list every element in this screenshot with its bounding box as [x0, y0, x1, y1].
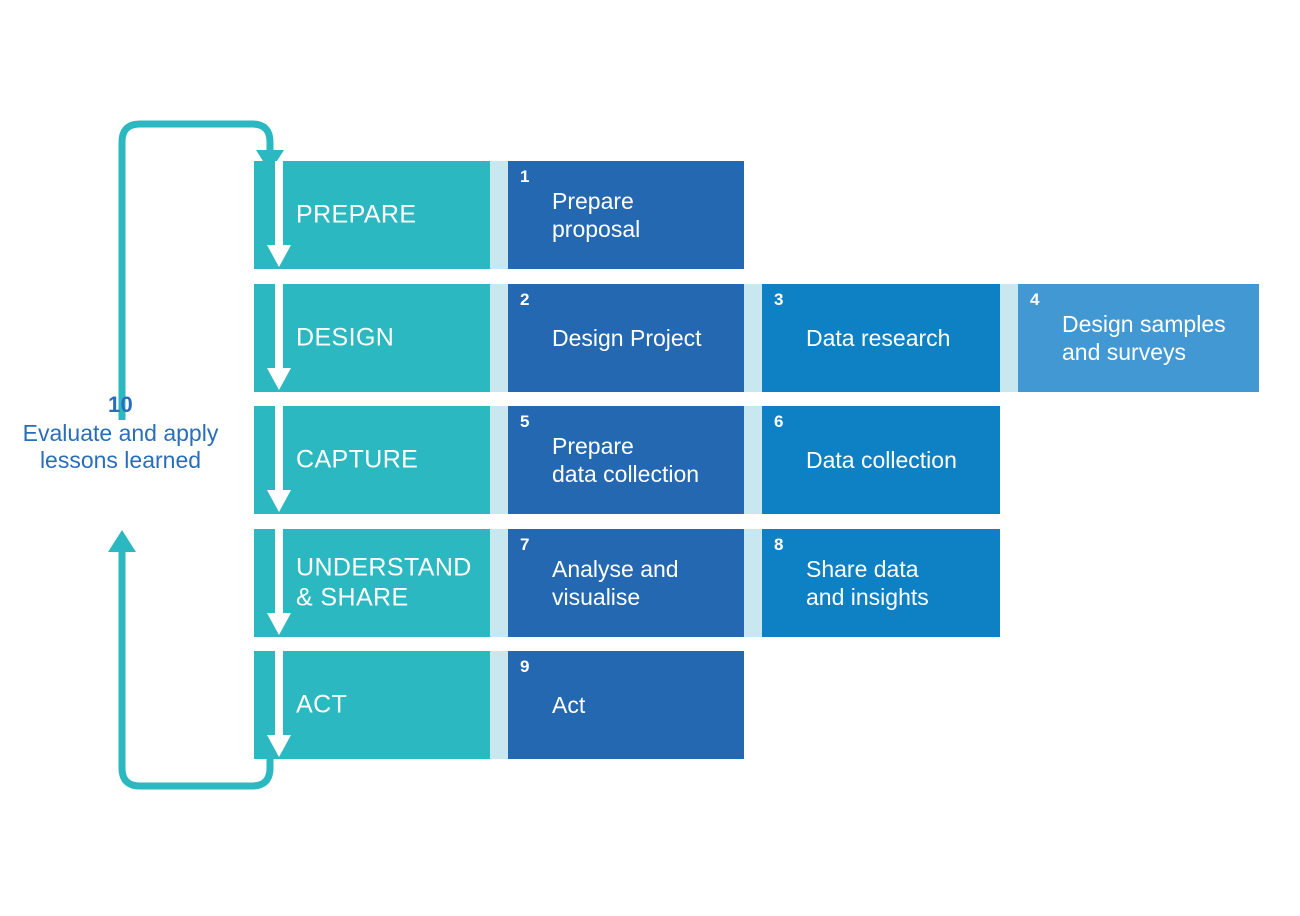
step-number: 1 [520, 167, 530, 186]
step-label: Prepare proposal [552, 187, 641, 242]
step-card-3[interactable]: 3 Data research [762, 284, 1000, 392]
step-label: Act [552, 691, 586, 718]
feedback-description: Evaluate and apply lessons learned [22, 419, 219, 474]
phase-block-design[interactable]: DESIGN [254, 284, 490, 392]
step-number: 7 [520, 535, 530, 554]
step-label: Data research [806, 324, 951, 351]
step-number: 8 [774, 535, 784, 554]
step-label: Share data and insights [806, 555, 929, 610]
step-label: Prepare data collection [552, 432, 700, 487]
phase-label: ACT [296, 690, 348, 719]
step-card-6[interactable]: 6 Data collection [762, 406, 1000, 514]
step-separator [490, 529, 508, 637]
step-separator [744, 406, 762, 514]
step-separator [490, 284, 508, 392]
step-separator [744, 529, 762, 637]
phase-block-prepare[interactable]: PREPARE [254, 161, 490, 269]
phase-label: PREPARE [296, 200, 417, 229]
step-label: Analyse and visualise [552, 555, 679, 610]
step-card-4[interactable]: 4 Design samples and surveys [1018, 284, 1259, 392]
step-card-2[interactable]: 2 Design Project [508, 284, 744, 392]
step-card-9[interactable]: 9 Act [508, 651, 744, 759]
step-number: 9 [520, 657, 530, 676]
step-label: Design samples and surveys [1062, 310, 1226, 365]
phase-block-capture[interactable]: CAPTURE [254, 406, 490, 514]
step-separator [1000, 284, 1018, 392]
step-number: 6 [774, 412, 784, 431]
step-card-7[interactable]: 7 Analyse and visualise [508, 529, 744, 637]
diagram-canvas: 10 Evaluate and apply lessons learned PR… [0, 0, 1300, 916]
step-separator [490, 406, 508, 514]
step-card-1[interactable]: 1 Prepare proposal [508, 161, 744, 269]
step-number: 3 [774, 290, 784, 309]
feedback-label: 10 Evaluate and apply lessons learned [18, 392, 223, 474]
step-separator [744, 284, 762, 392]
step-separator [490, 161, 508, 269]
flow-down-arrow-icon [267, 529, 291, 635]
flow-down-arrow-icon [267, 406, 291, 512]
step-separator [490, 651, 508, 759]
step-card-5[interactable]: 5 Prepare data collection [508, 406, 744, 514]
flow-down-arrow-icon [267, 284, 291, 390]
phase-block-understand-share[interactable]: UNDERSTAND & SHARE [254, 529, 490, 637]
step-number: 4 [1030, 290, 1040, 309]
phase-label: DESIGN [296, 323, 395, 352]
phase-block-act[interactable]: ACT [254, 651, 490, 759]
flow-down-arrow-icon [267, 651, 291, 757]
feedback-number: 10 [107, 392, 134, 417]
flow-down-arrow-icon [267, 161, 291, 267]
step-label: Design Project [552, 324, 702, 351]
step-number: 2 [520, 290, 530, 309]
step-number: 5 [520, 412, 530, 431]
phase-label: CAPTURE [296, 445, 419, 474]
phase-label: UNDERSTAND & SHARE [296, 553, 472, 612]
step-label: Data collection [806, 446, 957, 473]
step-card-8[interactable]: 8 Share data and insights [762, 529, 1000, 637]
